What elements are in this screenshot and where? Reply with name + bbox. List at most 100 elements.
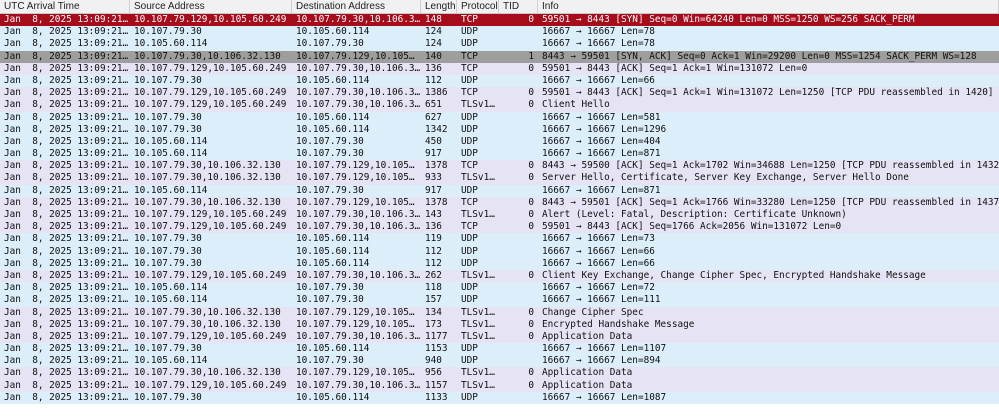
cell-info: 16667 → 16667 Len=871: [542, 148, 661, 160]
table-row[interactable]: Jan 8, 2025 13:09:21… 10.107.79.30,10.106…: [0, 50, 999, 63]
table-row[interactable]: Jan 8, 2025 13:09:21… 10.107.79.129,10.10…: [0, 330, 999, 344]
cell-length: 119: [425, 233, 442, 245]
cell-destination: 10.107.79.30: [296, 135, 364, 147]
table-row[interactable]: Jan 8, 2025 13:09:21… 10.107.79.30,10.106…: [0, 306, 999, 319]
table-row[interactable]: Jan 8, 2025 13:09:21… 10.107.79.30,10.106…: [0, 196, 999, 209]
cell-length: 1342: [425, 123, 448, 135]
table-row[interactable]: Jan 8, 2025 13:09:21… 10.107.79.129,10.10…: [0, 62, 999, 75]
cell-time: Jan 8, 2025 13:09:21…: [4, 99, 129, 111]
table-row[interactable]: Jan 8, 2025 13:09:21… 10.105.60.114 10.107…: [0, 135, 999, 149]
cell-destination: 10.107.79.30,10.106.3…: [296, 379, 421, 391]
cell-tid: [499, 38, 538, 50]
cell-length: 143: [425, 209, 442, 220]
cell-tid: 0: [528, 367, 534, 379]
cell-info: 16667 → 16667 Len=66: [542, 74, 655, 86]
cell-length: 956: [425, 367, 442, 379]
cell-destination: 10.107.79.129,10.105…: [296, 50, 415, 62]
table-row[interactable]: Jan 8, 2025 13:09:21… 10.107.79.30 10.105.…: [0, 111, 999, 124]
cell-length: 1378: [425, 160, 448, 172]
cell-time: Jan 8, 2025 13:09:21…: [4, 38, 129, 50]
cell-time: Jan 8, 2025 13:09:21…: [4, 343, 129, 355]
cell-destination: 10.105.60.114: [296, 233, 370, 245]
cell-length: 173: [425, 318, 442, 330]
column-header-protocol[interactable]: Protocol: [457, 0, 499, 13]
table-row[interactable]: Jan 8, 2025 13:09:21… 10.107.79.129,10.10…: [0, 379, 999, 392]
column-header-destination[interactable]: Destination Address: [292, 0, 421, 13]
table-row[interactable]: Jan 8, 2025 13:09:21… 10.105.60.114 10.107…: [0, 294, 999, 307]
cell-destination: 10.107.79.30: [296, 355, 364, 367]
cell-protocol: UDP: [461, 343, 478, 355]
cell-info: 59501 → 8443 [SYN] Seq=0 Win=64240 Len=0…: [542, 14, 915, 25]
cell-source: 10.107.79.30: [134, 111, 202, 123]
column-header-source[interactable]: Source Address: [130, 0, 292, 13]
table-row[interactable]: Jan 8, 2025 13:09:21… 10.107.79.30,10.106…: [0, 172, 999, 185]
cell-protocol: UDP: [461, 26, 478, 38]
table-row[interactable]: Jan 8, 2025 13:09:21… 10.105.60.114 10.107…: [0, 355, 999, 368]
cell-protocol: TCP: [461, 62, 478, 74]
cell-time: Jan 8, 2025 13:09:21…: [4, 135, 129, 147]
table-row[interactable]: Jan 8, 2025 13:09:21… 10.107.79.30 10.105.…: [0, 123, 999, 136]
cell-destination: 10.107.79.30,10.106.3…: [296, 14, 421, 25]
table-row[interactable]: Jan 8, 2025 13:09:21… 10.107.79.30 10.105.…: [0, 343, 999, 356]
cell-info: 16667 → 16667 Len=78: [542, 38, 655, 50]
table-row[interactable]: Jan 8, 2025 13:09:21… 10.105.60.114 10.107…: [0, 282, 999, 295]
cell-info: 59501 → 8443 [ACK] Seq=1 Ack=1 Win=13107…: [542, 87, 994, 99]
cell-time: Jan 8, 2025 13:09:21…: [4, 367, 129, 379]
table-row[interactable]: Jan 8, 2025 13:09:21… 10.107.79.129,10.10…: [0, 99, 999, 112]
cell-tid: [499, 294, 538, 306]
table-row[interactable]: Jan 8, 2025 13:09:21… 10.107.79.30 10.105.…: [0, 233, 999, 246]
cell-destination: 10.105.60.114: [296, 26, 370, 38]
cell-protocol: UDP: [461, 38, 478, 50]
column-header-tid[interactable]: TID: [499, 0, 538, 13]
cell-destination: 10.107.79.129,10.105…: [296, 172, 415, 184]
column-header-length[interactable]: Length: [421, 0, 457, 13]
cell-tid: [499, 124, 538, 136]
cell-destination: 10.105.60.114: [296, 391, 370, 403]
cell-time: Jan 8, 2025 13:09:21…: [4, 196, 129, 208]
table-row[interactable]: Jan 8, 2025 13:09:21… 10.107.79.30 10.105.…: [0, 74, 999, 88]
cell-destination: 10.107.79.30: [296, 282, 364, 294]
cell-protocol: UDP: [461, 148, 478, 160]
cell-time: Jan 8, 2025 13:09:21…: [4, 209, 129, 220]
cell-protocol: TLSv1…: [461, 379, 495, 391]
cell-info: 16667 → 16667 Len=404: [542, 135, 661, 147]
table-row[interactable]: Jan 8, 2025 13:09:21… 10.107.79.129,10.10…: [0, 221, 999, 234]
cell-destination: 10.107.79.30,10.106.3…: [296, 269, 421, 281]
cell-source: 10.107.79.129,10.105.60.249: [134, 14, 287, 25]
table-row[interactable]: Jan 8, 2025 13:09:21… 10.107.79.129,10.10…: [0, 87, 999, 100]
table-row[interactable]: Jan 8, 2025 13:09:21… 10.105.60.114 10.107…: [0, 184, 999, 197]
cell-source: 10.105.60.114: [134, 184, 208, 196]
cell-source: 10.107.79.30: [134, 233, 202, 245]
cell-info: 16667 → 16667 Len=871: [542, 184, 661, 196]
table-row[interactable]: Jan 8, 2025 13:09:21… 10.105.60.114 10.107…: [0, 148, 999, 161]
table-row[interactable]: Jan 8, 2025 13:09:21… 10.107.79.129,10.10…: [0, 14, 999, 27]
table-row[interactable]: Jan 8, 2025 13:09:21… 10.107.79.30,10.106…: [0, 367, 999, 380]
cell-source: 10.107.79.129,10.105.60.249: [134, 62, 287, 74]
cell-source: 10.107.79.30: [134, 391, 202, 403]
cell-length: 917: [425, 184, 442, 196]
table-row[interactable]: Jan 8, 2025 13:09:21… 10.107.79.30 10.105.…: [0, 245, 999, 258]
table-row[interactable]: Jan 8, 2025 13:09:21… 10.107.79.30,10.106…: [0, 160, 999, 173]
table-row[interactable]: Jan 8, 2025 13:09:21… 10.107.79.30 10.105.…: [0, 257, 999, 270]
cell-length: 112: [425, 74, 442, 86]
cell-info: Change Cipher Spec: [542, 306, 644, 318]
table-row[interactable]: Jan 8, 2025 13:09:21… 10.107.79.30 10.105.…: [0, 391, 999, 404]
column-header-info[interactable]: Info: [538, 0, 999, 13]
cell-info: 16667 → 16667 Len=72: [542, 282, 655, 294]
table-row[interactable]: Jan 8, 2025 13:09:21… 10.107.79.30,10.106…: [0, 318, 999, 331]
cell-length: 118: [425, 282, 442, 294]
table-row[interactable]: Jan 8, 2025 13:09:21… 10.107.79.129,10.10…: [0, 209, 999, 222]
cell-destination: 10.107.79.30: [296, 38, 364, 50]
table-row[interactable]: Jan 8, 2025 13:09:21… 10.105.60.114 10.107…: [0, 38, 999, 51]
cell-source: 10.107.79.30: [134, 26, 202, 38]
table-row[interactable]: Jan 8, 2025 13:09:21… 10.107.79.30 10.105.…: [0, 26, 999, 39]
cell-tid: 1: [528, 50, 534, 62]
cell-length: 140: [425, 50, 442, 62]
cell-info: 16667 → 16667 Len=78: [542, 26, 655, 38]
cell-tid: 0: [528, 172, 534, 184]
packet-list[interactable]: UTC Arrival Time Source Address Destinat…: [0, 0, 999, 420]
cell-time: Jan 8, 2025 13:09:21…: [4, 306, 129, 318]
column-header-time[interactable]: UTC Arrival Time: [0, 0, 130, 13]
cell-tid: [499, 343, 538, 355]
table-row[interactable]: Jan 8, 2025 13:09:21… 10.107.79.129,10.10…: [0, 269, 999, 283]
